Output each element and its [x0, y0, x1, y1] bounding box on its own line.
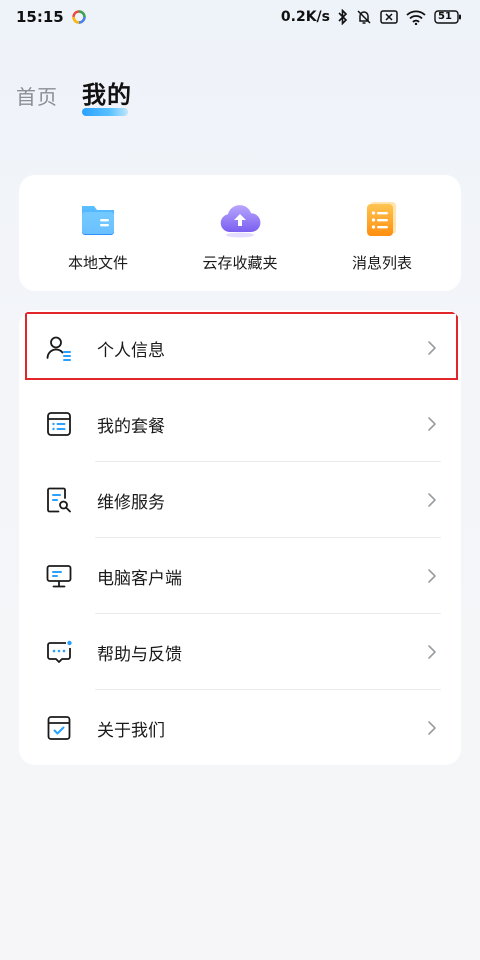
monitor-icon	[45, 562, 73, 590]
menu-item-label: 关于我们	[97, 720, 165, 741]
menu-item-label: 维修服务	[97, 492, 165, 513]
feedback-icon	[45, 638, 73, 666]
quick-access-card: 本地文件 云存收藏夹 消息列表	[19, 175, 461, 291]
quick-item-local-files[interactable]: 本地文件	[33, 194, 163, 273]
menu-item-personal-info[interactable]: 个人信息	[19, 310, 461, 386]
quick-item-label: 本地文件	[67, 253, 128, 272]
quick-item-message-list[interactable]: 消息列表	[317, 194, 447, 273]
chevron-right-icon	[425, 415, 439, 433]
menu-item-label: 帮助与反馈	[97, 644, 182, 665]
app-notification-icon	[72, 10, 86, 24]
status-bar: 15:15 0.2K/s 51	[0, 0, 480, 34]
wifi-icon	[406, 10, 426, 25]
mute-bell-icon	[356, 9, 372, 25]
menu-item-about-us[interactable]: 关于我们	[19, 690, 461, 765]
chevron-right-icon	[425, 567, 439, 585]
quick-item-label: 消息列表	[351, 253, 412, 272]
menu-item-my-plan[interactable]: 我的套餐	[19, 386, 461, 462]
tab-home[interactable]: 首页	[16, 81, 58, 110]
battery-icon: 51	[434, 10, 462, 24]
menu-item-repair-service[interactable]: 维修服务	[19, 462, 461, 538]
quick-item-label: 云存收藏夹	[202, 253, 278, 272]
settings-menu: 个人信息 我的套餐 维修服务 电脑客户端 帮助与反馈 关于我们	[19, 310, 461, 765]
menu-item-label: 电脑客户端	[97, 568, 182, 589]
tab-mine[interactable]: 我的	[82, 75, 132, 116]
battery-level: 51	[438, 11, 452, 22]
status-time: 15:15	[16, 8, 64, 26]
menu-item-help-feedback[interactable]: 帮助与反馈	[19, 614, 461, 690]
menu-item-label: 个人信息	[97, 340, 165, 361]
plan-list-icon	[45, 410, 73, 438]
sim-disabled-icon	[380, 10, 398, 24]
quick-item-cloud-favorites[interactable]: 云存收藏夹	[175, 194, 305, 273]
message-list-icon	[358, 194, 406, 242]
cloud-upload-icon	[216, 194, 264, 242]
chevron-right-icon	[425, 339, 439, 357]
menu-item-pc-client[interactable]: 电脑客户端	[19, 538, 461, 614]
menu-item-label: 我的套餐	[97, 416, 165, 437]
person-info-icon	[45, 334, 73, 362]
net-speed: 0.2K/s	[280, 9, 330, 25]
chevron-right-icon	[425, 491, 439, 509]
bluetooth-icon	[338, 9, 348, 25]
repair-doc-icon	[45, 486, 73, 514]
chevron-right-icon	[425, 643, 439, 661]
folder-icon	[74, 194, 122, 242]
tab-underline	[82, 108, 128, 116]
about-icon	[45, 714, 73, 742]
top-tabs: 首页 我的	[16, 70, 132, 116]
chevron-right-icon	[425, 719, 439, 737]
tab-mine-label: 我的	[82, 81, 132, 109]
